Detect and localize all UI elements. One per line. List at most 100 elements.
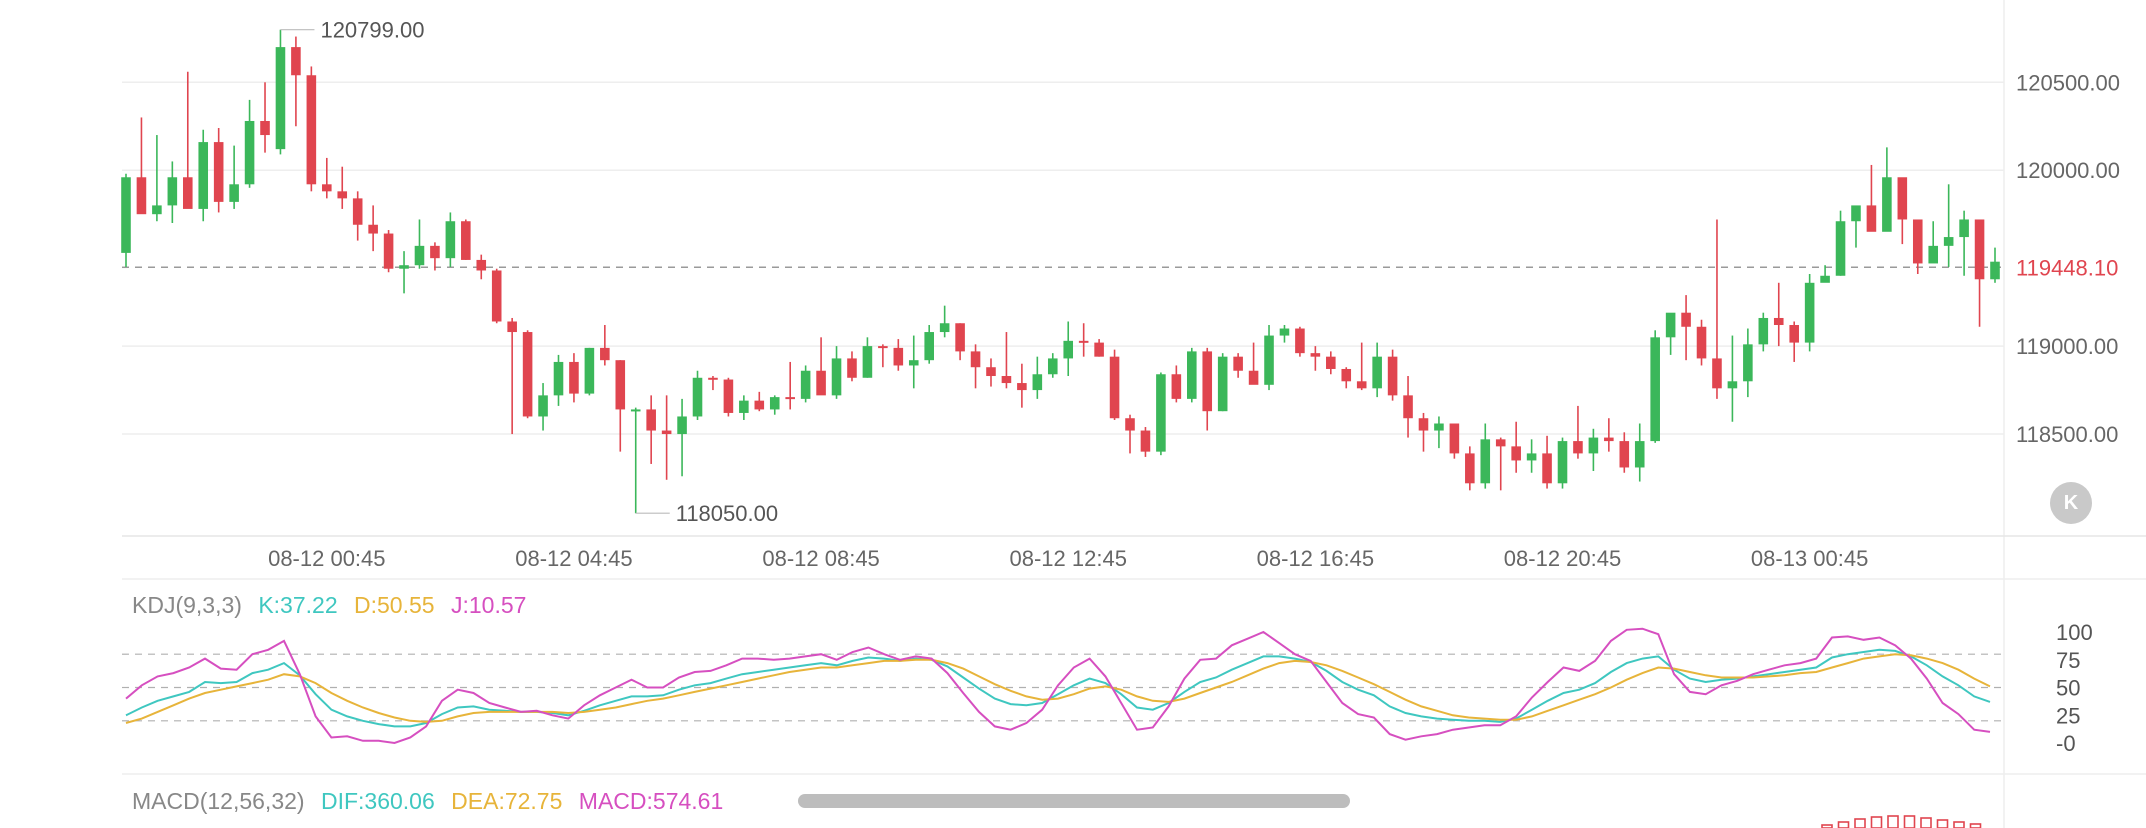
candle-body	[322, 184, 332, 192]
candle-body	[955, 323, 965, 352]
candle-body	[306, 75, 317, 185]
candle-body	[491, 270, 502, 322]
kdj-legend: KDJ(9,3,3) K:37.22 D:50.55 J:10.57	[132, 592, 536, 619]
candle-body	[1202, 351, 1213, 412]
candle-body	[1990, 261, 2000, 280]
candle-body	[1743, 344, 1753, 382]
candle-body	[1078, 340, 1089, 343]
candle-body	[352, 198, 363, 225]
time-tick-label: 08-12 20:45	[1504, 546, 1621, 571]
candle-body	[754, 400, 765, 410]
candle-body	[1712, 358, 1722, 389]
candle-body	[1279, 328, 1290, 336]
candle-body	[800, 370, 811, 399]
candle-body	[445, 221, 456, 259]
k-button-label: K	[2063, 492, 2079, 514]
candle-body	[1418, 418, 1429, 431]
candle-body	[213, 142, 224, 202]
price-tick-label: 120000.00	[2016, 158, 2120, 183]
kdj-tick-label: 50	[2056, 676, 2080, 701]
candle-body	[522, 332, 533, 417]
candle-body	[1542, 453, 1552, 484]
candle-body	[569, 361, 579, 394]
chart-canvas[interactable]: 120500.00 120000.00 119000.00 118500.00 1194…	[0, 0, 2146, 828]
extreme-price-annotations: 120799.00 118050.00	[280, 18, 778, 526]
kdj-tick-label: 75	[2056, 648, 2080, 673]
candle-body	[1727, 381, 1738, 389]
candle-body	[1804, 282, 1815, 343]
candle-body	[878, 346, 888, 349]
k-chart-toggle-button[interactable]: K	[2050, 482, 2092, 524]
candle-body	[661, 430, 672, 435]
candle-body	[1820, 275, 1830, 283]
kdj-d-value: D:50.55	[354, 592, 435, 618]
candle-body	[337, 191, 348, 199]
candle-body	[1001, 376, 1012, 384]
kdj-k-value: K:37.22	[258, 592, 338, 618]
candle-body	[1773, 317, 1784, 326]
macd-bar	[1837, 821, 1850, 828]
candle-body	[538, 395, 548, 417]
candle-body	[136, 177, 147, 215]
candle-body	[553, 361, 564, 396]
candle-body	[1171, 374, 1182, 399]
time-tick-label: 08-13 00:45	[1751, 546, 1868, 571]
macd-dif-value: DIF:360.06	[320, 788, 435, 814]
candle-body	[1356, 381, 1367, 389]
macd-bar	[1870, 816, 1883, 828]
candle-body	[198, 142, 209, 209]
candle-body	[600, 347, 610, 361]
candle-body	[1187, 351, 1197, 399]
candle-body	[1125, 418, 1135, 431]
current-price-label: 119448.10	[2016, 255, 2118, 280]
candle-body	[1619, 441, 1630, 468]
candle-body	[1094, 342, 1104, 357]
candle-body	[121, 177, 131, 253]
macd-bar	[1969, 823, 1982, 828]
candle-body	[1665, 312, 1676, 338]
candle-body	[1758, 317, 1769, 345]
candle-body	[723, 379, 734, 413]
candle-body	[1480, 439, 1491, 484]
candle-body	[1526, 453, 1537, 461]
price-tick-label: 118500.00	[2016, 422, 2118, 447]
candle-body	[1047, 358, 1058, 375]
candle-body	[182, 177, 193, 209]
candle-body	[1557, 441, 1568, 484]
candle-body	[1434, 423, 1444, 431]
candle-body	[399, 265, 409, 269]
candle-body	[708, 377, 718, 380]
candle-body	[615, 360, 626, 410]
candle-body	[939, 323, 950, 333]
macd-legend: MACD(12,56,32) DIF:360.06 DEA:72.75 MACD…	[132, 788, 733, 815]
candle-body	[908, 360, 919, 366]
candle-body	[229, 184, 239, 202]
kdj-tick-label: -0	[2056, 731, 2076, 756]
price-tick-label: 119000.00	[2016, 334, 2118, 359]
candle-body	[1789, 325, 1799, 343]
macd-bar	[1887, 815, 1899, 828]
candle-body	[1449, 423, 1460, 454]
candle-body	[847, 358, 857, 378]
candle-body	[862, 346, 873, 378]
time-tick-label: 08-12 08:45	[762, 546, 879, 571]
candle-body	[831, 358, 842, 396]
candle-body	[383, 233, 394, 269]
candle-body	[414, 245, 425, 266]
macd-bar	[1953, 821, 1965, 828]
time-tick-label: 08-12 04:45	[515, 546, 632, 571]
candle-body	[816, 370, 826, 396]
kdj-tick-label: 100	[2056, 620, 2093, 645]
kdj-indicator-name: KDJ(9,3,3)	[132, 592, 242, 618]
kdj-indicator-panel: 100 75 5025 -0	[122, 620, 2093, 756]
time-tick-label: 08-12 16:45	[1257, 546, 1374, 571]
kdj-j-value: J:10.57	[450, 592, 527, 618]
candle-body	[1310, 353, 1321, 357]
candle-body	[1912, 219, 1923, 264]
candle-body	[1109, 356, 1120, 419]
candle-body	[1974, 219, 1985, 280]
candle-body	[677, 416, 687, 435]
horizontal-scrollbar[interactable]	[798, 794, 1350, 808]
time-tick-label: 08-12 00:45	[268, 546, 385, 571]
candle-body	[244, 120, 255, 185]
